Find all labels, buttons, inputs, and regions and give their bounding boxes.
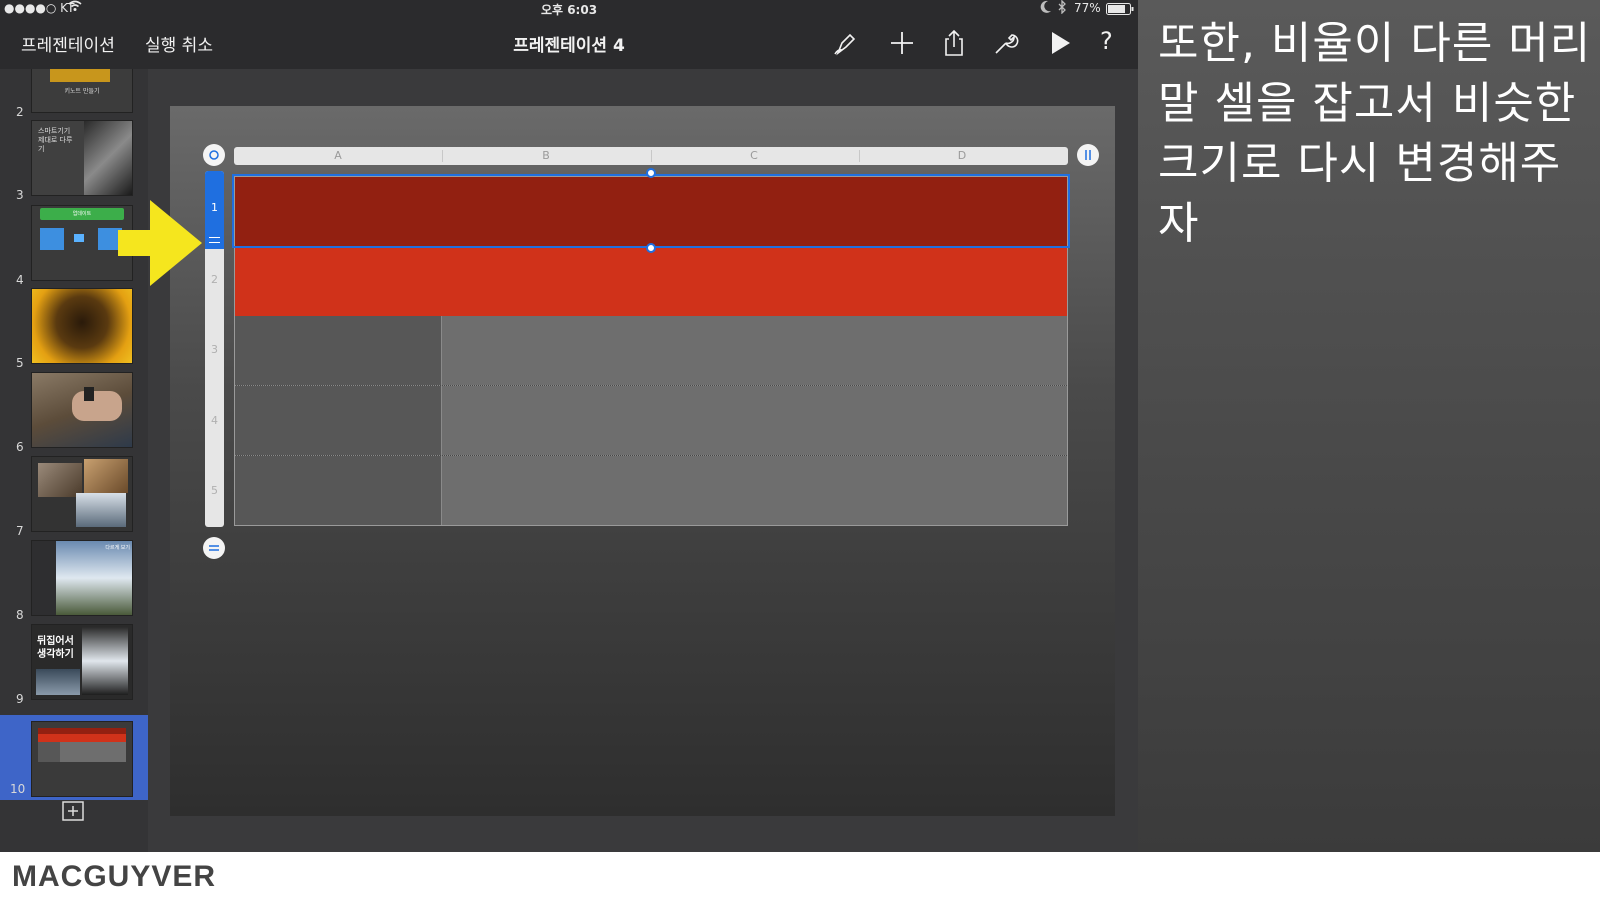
- table-cell[interactable]: [442, 456, 1068, 526]
- slide-thumbnail: 키노트 만들기: [31, 69, 133, 113]
- row-label-2[interactable]: 2: [205, 273, 224, 286]
- table-row[interactable]: [234, 316, 1068, 386]
- slide-thumbnail: 스마트기기 제대로 다루기: [31, 120, 133, 196]
- plus-icon[interactable]: [888, 29, 916, 57]
- slide-thumb-9[interactable]: 뒤집어서 생각하기 9: [0, 624, 148, 710]
- table-cell[interactable]: [442, 316, 1068, 385]
- undo-button[interactable]: 실행 취소: [145, 31, 213, 56]
- slide-number: 9: [16, 692, 24, 706]
- selected-row-header[interactable]: 1: [205, 171, 224, 249]
- slide-thumbnail: 뒤집어서 생각하기: [31, 624, 133, 700]
- row-resize-handle-icon[interactable]: [209, 237, 220, 243]
- column-label-a[interactable]: A: [318, 149, 358, 162]
- slide-number: 3: [16, 188, 24, 202]
- clock-label: 오후 6:03: [540, 3, 598, 17]
- battery-icon: [1106, 3, 1134, 18]
- caption-line: 또한, 비율이 다른 머리: [1158, 18, 1592, 69]
- toolbar: 프레젠테이션 실행 취소 프레젠테이션 4 ?: [0, 17, 1138, 69]
- brush-icon[interactable]: [832, 29, 860, 57]
- slide-thumb-8[interactable]: 다르게 보기 8: [0, 540, 148, 626]
- row-label-1[interactable]: 1: [205, 201, 224, 214]
- help-icon[interactable]: ?: [1100, 27, 1113, 55]
- slide-thumb-6[interactable]: 6: [0, 372, 148, 458]
- slide-thumb-3[interactable]: 스마트기기 제대로 다루기 3: [0, 120, 148, 206]
- brand-logo: MACGUYVER: [12, 860, 217, 893]
- selection-handle-bottom[interactable]: [646, 243, 656, 253]
- column-header-bar[interactable]: A B C D: [234, 147, 1068, 165]
- slide-thumb-2[interactable]: 키노트 만들기 2: [0, 69, 148, 123]
- column-count-button[interactable]: [1077, 144, 1099, 166]
- table-cell[interactable]: [442, 386, 1068, 455]
- table-cell[interactable]: [234, 386, 442, 455]
- add-slide-icon[interactable]: [62, 801, 84, 821]
- moon-icon: [1040, 0, 1052, 17]
- slide-number: 7: [16, 524, 24, 538]
- slide-thumb-5[interactable]: 5: [0, 288, 148, 374]
- slide-thumbnail: [31, 288, 133, 364]
- caption-panel: 또한, 비율이 다른 머리 말 셀을 잡고서 비슷한 크기로 다시 변경해주자: [1138, 0, 1600, 852]
- header-row-2[interactable]: [234, 246, 1068, 316]
- table-row[interactable]: [234, 386, 1068, 456]
- row-label-3[interactable]: 3: [205, 343, 224, 356]
- caption-line: 말 셀을 잡고서 비슷한: [1158, 78, 1577, 129]
- pointer-arrow-icon: [118, 200, 204, 290]
- slide-thumbnail: [31, 456, 133, 532]
- play-icon[interactable]: [1046, 29, 1074, 57]
- column-label-b[interactable]: B: [526, 149, 566, 162]
- row-label-4[interactable]: 4: [205, 414, 224, 427]
- slide-number: 5: [16, 356, 24, 370]
- slide-number: 4: [16, 273, 24, 287]
- row-count-button[interactable]: [203, 537, 225, 559]
- select-table-button[interactable]: [203, 144, 225, 166]
- slide-thumb-10[interactable]: 10: [0, 715, 148, 800]
- wrench-icon[interactable]: [992, 29, 1020, 57]
- footer: MACGUYVER: [0, 852, 1600, 900]
- column-separator: [651, 150, 652, 162]
- selection-handle-top[interactable]: [646, 168, 656, 178]
- slide-number: 2: [16, 105, 24, 119]
- column-separator: [859, 150, 860, 162]
- row-label-5[interactable]: 5: [205, 484, 224, 497]
- ipad-screen: ●●●●○ KT 오후 6:03 77% 프레젠테이션 실행 취소 프레젠테이션…: [0, 0, 1138, 852]
- column-label-d[interactable]: D: [942, 149, 982, 162]
- caption-line: 크기로 다시 변경해주자: [1158, 138, 1562, 249]
- share-icon[interactable]: [940, 29, 968, 57]
- column-label-c[interactable]: C: [734, 149, 774, 162]
- slide-thumbnail: [31, 372, 133, 448]
- slide-navigator: 키노트 만들기 2 스마트기기 제대로 다루기 3 업데이트 4 5 6 7 다…: [0, 69, 148, 852]
- column-separator: [442, 150, 443, 162]
- slide-thumbnail: 다르게 보기: [31, 540, 133, 616]
- bluetooth-icon: [1057, 0, 1067, 17]
- slide-number: 6: [16, 440, 24, 454]
- battery-percent: 77%: [1074, 1, 1101, 15]
- caption-text: 또한, 비율이 다른 머리 말 셀을 잡고서 비슷한 크기로 다시 변경해주자: [1158, 14, 1598, 254]
- status-bar: ●●●●○ KT 오후 6:03 77%: [0, 0, 1138, 17]
- slide-number: 8: [16, 608, 24, 622]
- table-row[interactable]: [234, 456, 1068, 526]
- table-cell[interactable]: [234, 456, 442, 526]
- row-selection-outline: [232, 174, 1070, 248]
- slide-thumb-7[interactable]: 7: [0, 456, 148, 542]
- slide-number: 10: [10, 782, 26, 796]
- table-cell[interactable]: [234, 316, 442, 385]
- presentations-back-button[interactable]: 프레젠테이션: [21, 31, 115, 56]
- slide-thumbnail: [31, 721, 133, 797]
